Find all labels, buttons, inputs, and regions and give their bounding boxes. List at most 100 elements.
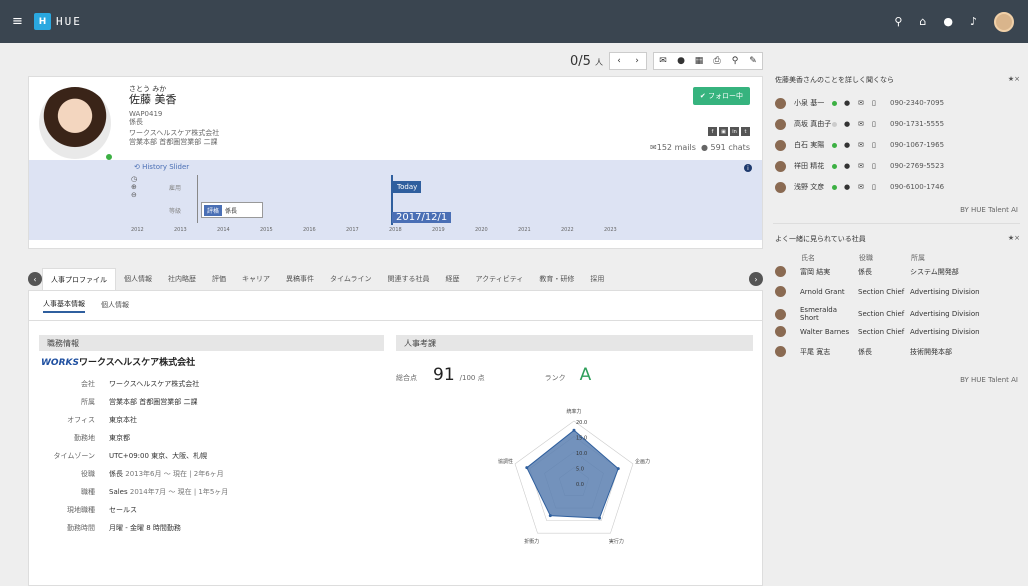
person-name[interactable]: 祥田 精花 [794, 161, 832, 171]
slider-date-badge[interactable]: 2017/12/1 [392, 212, 452, 223]
mail-icon[interactable]: ✉ [858, 183, 868, 191]
calendar-icon[interactable]: ▦ [690, 53, 708, 69]
tab-history[interactable]: 社内略歴 [160, 268, 204, 290]
ask-star-icon[interactable]: ★× [1008, 75, 1020, 83]
chat-icon[interactable]: ● [844, 99, 854, 107]
person-avatar[interactable] [775, 160, 786, 172]
user-avatar[interactable] [994, 11, 1014, 32]
ask-person-row[interactable]: 小泉 基一 ● ✉ ▯ 090-2340-7095 [775, 95, 1020, 111]
chat-icon[interactable]: ● [844, 141, 854, 149]
mail-count[interactable]: 152 mails [657, 143, 696, 152]
subtab-personal[interactable]: 個人情報 [101, 300, 129, 312]
tab-activity[interactable]: アクティビティ [468, 268, 532, 290]
person-name[interactable]: 小泉 基一 [794, 98, 832, 108]
seen-star-icon[interactable]: ★× [1008, 234, 1020, 242]
top-navbar: ≡ H HUE ⚲ ⌂ ● ♪ [0, 0, 1028, 43]
mail-icon[interactable]: ✉ [858, 99, 868, 107]
grade-event[interactable]: 評格 係長 [201, 202, 263, 218]
ask-person-row[interactable]: 白石 実陽 ● ✉ ▯ 090-1067-1965 [775, 137, 1020, 153]
edit-icon[interactable]: ✎ [744, 53, 762, 69]
chat-count[interactable]: 591 chats [711, 143, 751, 152]
seen-person-row[interactable]: Esmeralda Short Section Chief Advertising … [775, 306, 1020, 322]
app-logo-text[interactable]: HUE [56, 15, 82, 28]
person-name[interactable]: 高坂 真由子 [794, 119, 832, 129]
person-name[interactable]: 富岡 結実 [800, 267, 858, 277]
person-dept: Advertising Division [910, 310, 980, 318]
facebook-icon[interactable]: f [708, 127, 717, 136]
tab-personal[interactable]: 個人情報 [116, 268, 160, 290]
tab-events[interactable]: 異稿事件 [278, 268, 322, 290]
seen-header: 氏名 役職 所属 [801, 253, 925, 263]
photo-icon[interactable]: ▣ [719, 127, 728, 136]
row-grade-label: 等級 [169, 208, 182, 215]
tab-recruit[interactable]: 採用 [582, 268, 612, 290]
tab-training[interactable]: 教育・研修 [531, 268, 582, 290]
tabs-prev-icon[interactable]: ‹ [28, 272, 42, 286]
mail-icon[interactable]: ✉ [858, 120, 868, 128]
chat-icon[interactable]: ● [844, 162, 854, 170]
seen-person-row[interactable]: 富岡 結実 係長 システム開発部 [775, 266, 1020, 277]
follow-button[interactable]: ✔ フォロー中 [692, 87, 750, 105]
person-title: Section Chief [858, 310, 905, 318]
person-avatar[interactable] [775, 139, 786, 151]
person-avatar[interactable] [775, 118, 786, 130]
zoom-out-icon[interactable]: ⊖ [131, 191, 141, 199]
person-avatar[interactable] [775, 181, 786, 193]
tab-timeline[interactable]: タイムライン [322, 268, 380, 290]
chat-icon[interactable]: ● [844, 183, 854, 191]
person-avatar[interactable] [775, 346, 786, 357]
person-avatar[interactable] [775, 326, 786, 337]
seen-person-row[interactable]: Arnold Grant Section Chief Advertising Div… [775, 286, 1020, 297]
ask-person-row[interactable]: 祥田 精花 ● ✉ ▯ 090-2769-5523 [775, 158, 1020, 174]
tab-hr-profile[interactable]: 人事プロファイル [42, 268, 116, 290]
person-phone: 090-2769-5523 [890, 162, 945, 170]
search-icon[interactable]: ⚲ [894, 15, 902, 28]
today-marker[interactable]: Today [393, 181, 422, 193]
mail-icon[interactable]: ✉ [654, 53, 672, 69]
print-icon[interactable]: ⎙ [708, 53, 726, 69]
person-name[interactable]: Arnold Grant [800, 288, 858, 296]
person-name[interactable]: Walter Barnes [800, 328, 858, 336]
next-icon[interactable]: › [628, 53, 646, 69]
app-logo-icon[interactable]: H [34, 13, 51, 30]
job-field-row: 職種 Sales 2014年7月 ～ 現在 | 1年5ヶ月 [41, 487, 371, 497]
ask-person-row[interactable]: 高坂 真由子 ● ✉ ▯ 090-1731-5555 [775, 116, 1020, 132]
person-name[interactable]: 白石 実陽 [794, 140, 832, 150]
linkedin-icon[interactable]: in [730, 127, 739, 136]
person-name[interactable]: 浅野 文彦 [794, 182, 832, 192]
phone-icon: ▯ [872, 162, 876, 170]
tab-evaluation[interactable]: 評価 [204, 268, 234, 290]
info-icon[interactable]: i [744, 164, 752, 172]
bell-icon[interactable]: ♪ [970, 15, 977, 28]
seen-person-row[interactable]: Walter Barnes Section Chief Advertising Di… [775, 326, 1020, 337]
tab-background[interactable]: 経歴 [438, 268, 468, 290]
history-slider-title[interactable]: ⟲ History Slider [134, 163, 189, 171]
chat-bubble-icon[interactable]: ● [672, 53, 690, 69]
ask-person-row[interactable]: 浅野 文彦 ● ✉ ▯ 090-6100-1746 [775, 179, 1020, 195]
mail-icon[interactable]: ✉ [858, 141, 868, 149]
zoom-in-icon[interactable]: ⊕ [131, 183, 141, 191]
person-avatar[interactable] [775, 286, 786, 297]
tabs-next-icon[interactable]: › [749, 272, 763, 286]
person-name[interactable]: 平尾 寛志 [800, 347, 858, 357]
profile-photo [39, 87, 111, 159]
menu-icon[interactable]: ≡ [12, 14, 28, 29]
twitter-icon[interactable]: t [741, 127, 750, 136]
seen-person-row[interactable]: 平尾 寛志 係長 技術開発本部 [775, 346, 1020, 357]
mail-icon[interactable]: ✉ [858, 162, 868, 170]
chat-icon[interactable]: ● [943, 15, 953, 28]
location-icon[interactable]: ⚲ [726, 53, 744, 69]
clock-icon[interactable]: ◷ [131, 175, 141, 183]
inbox-icon[interactable]: ⌂ [919, 15, 926, 28]
radar-tick-label: 15.0 [576, 436, 587, 442]
subtab-basic[interactable]: 人事基本情報 [43, 299, 85, 313]
person-name[interactable]: Esmeralda Short [800, 306, 858, 322]
person-avatar[interactable] [775, 266, 786, 277]
tab-related[interactable]: 関連する社員 [380, 268, 438, 290]
person-phone: 090-2340-7095 [890, 99, 945, 107]
tab-career[interactable]: キャリア [234, 268, 278, 290]
prev-icon[interactable]: ‹ [610, 53, 628, 69]
person-avatar[interactable] [775, 97, 786, 109]
person-avatar[interactable] [775, 308, 786, 320]
chat-icon[interactable]: ● [844, 120, 854, 128]
